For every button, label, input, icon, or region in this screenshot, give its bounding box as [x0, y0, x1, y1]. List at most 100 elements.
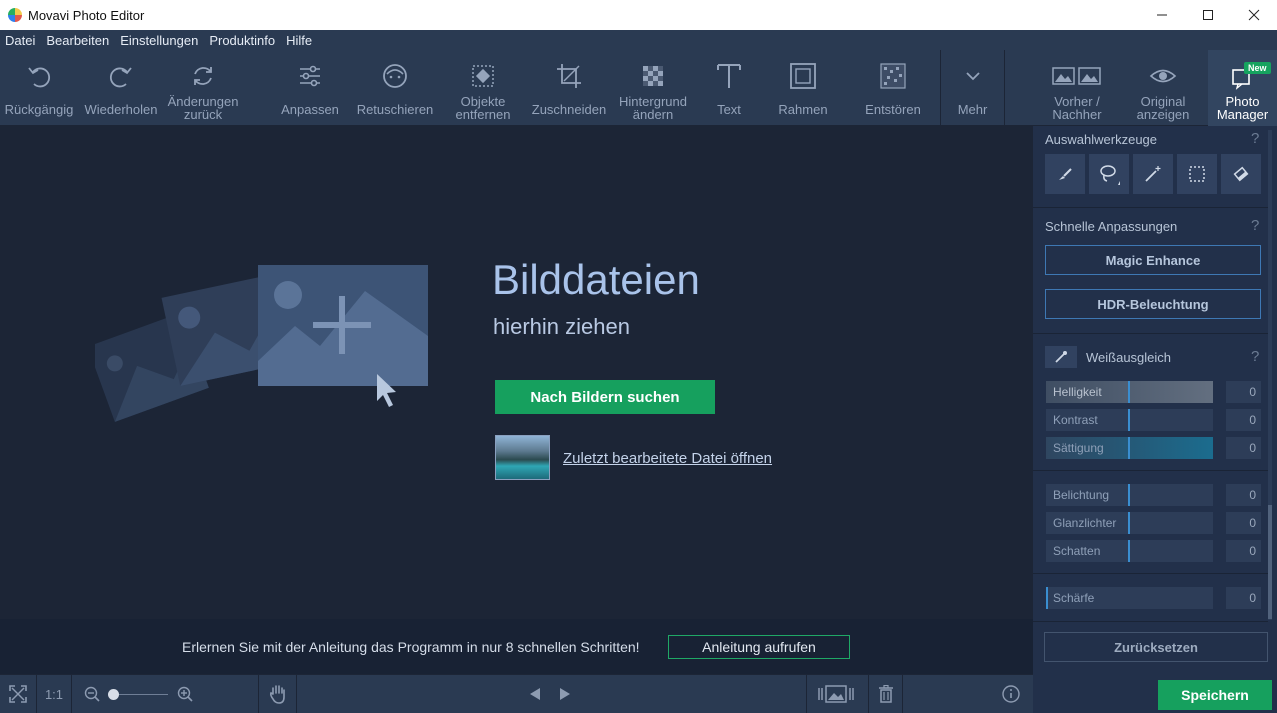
zoom-out-button[interactable] [82, 675, 102, 713]
menu-bar: Datei Bearbeiten Einstellungen Produktin… [0, 30, 1277, 50]
sharpness-slider[interactable]: Schärfe [1046, 587, 1213, 609]
exposure-value[interactable]: 0 [1226, 484, 1261, 506]
open-recent-file-link[interactable]: Zuletzt bearbeitete Datei öffnen [563, 450, 772, 467]
highlights-slider[interactable]: Glanzlichter [1046, 512, 1213, 534]
before-after-button[interactable]: Vorher / Nachher [1036, 50, 1118, 126]
retouch-button[interactable]: Retuschieren [352, 50, 438, 126]
maximize-button[interactable] [1185, 0, 1231, 30]
menu-bearbeiten[interactable]: Bearbeiten [41, 33, 115, 48]
main-toolbar: Rückgängig Wiederholen Änderungen zurück… [0, 50, 1277, 126]
zoom-in-button[interactable] [175, 675, 195, 713]
redo-icon [109, 67, 132, 88]
white-balance-help-icon[interactable]: ? [1251, 348, 1259, 365]
revert-label: Änderungen zurück [167, 94, 239, 122]
contrast-slider[interactable]: Kontrast [1046, 409, 1213, 431]
saturation-slider[interactable]: Sättigung [1046, 437, 1213, 459]
adjust-button[interactable]: Anpassen [270, 50, 350, 126]
exposure-slider[interactable]: Belichtung [1046, 484, 1213, 506]
maximize-icon [1203, 10, 1213, 20]
retouch-face-icon [383, 64, 407, 88]
magic-enhance-button[interactable]: Magic Enhance [1045, 245, 1261, 275]
next-image-button[interactable] [555, 675, 575, 713]
change-background-button[interactable]: Hintergrund ändern [612, 50, 694, 126]
change-background-label: Hintergrund ändern [619, 94, 687, 122]
window-title: Movavi Photo Editor [28, 7, 145, 23]
more-button[interactable]: Mehr [941, 50, 1004, 126]
saturation-value[interactable]: 0 [1226, 437, 1261, 459]
save-button[interactable]: Speichern [1158, 680, 1272, 710]
chevron-down-icon [965, 72, 980, 81]
fit-to-screen-button[interactable] [0, 675, 36, 713]
menu-datei[interactable]: Datei [0, 33, 41, 48]
quick-adjust-title: Schnelle Anpassungen [1045, 219, 1178, 234]
quick-adjust-help-icon[interactable]: ? [1251, 217, 1259, 234]
brightness-slider[interactable]: Helligkeit [1046, 381, 1213, 403]
open-tutorial-button[interactable]: Anleitung aufrufen [668, 635, 850, 659]
contrast-value[interactable]: 0 [1226, 409, 1261, 431]
menu-einstellungen[interactable]: Einstellungen [115, 33, 204, 48]
arrow-right-icon [560, 688, 570, 700]
bottom-bar: 1:1 [0, 675, 1033, 713]
photo-manager-button[interactable]: New Photo Manager [1208, 50, 1277, 126]
zoom-1to1-button[interactable]: 1:1 [37, 675, 71, 713]
hand-icon [269, 685, 285, 704]
brush-icon [1059, 168, 1072, 180]
denoise-button[interactable]: Entstören [852, 50, 934, 126]
shadows-slider[interactable]: Schatten [1046, 540, 1213, 562]
filmstrip-button[interactable] [812, 675, 860, 713]
redo-label: Wiederholen [84, 102, 158, 117]
show-original-button[interactable]: Original anzeigen [1122, 50, 1204, 126]
crop-button[interactable]: Zuschneiden [528, 50, 610, 126]
white-balance-picker-button[interactable] [1045, 346, 1077, 368]
brightness-value[interactable]: 0 [1226, 381, 1261, 403]
highlights-value[interactable]: 0 [1226, 512, 1261, 534]
eraser-icon [1233, 166, 1249, 182]
text-icon [717, 64, 741, 88]
text-button[interactable]: Text [700, 50, 758, 126]
bottom-divider [258, 675, 259, 713]
hdr-lighting-button[interactable]: HDR-Beleuchtung [1045, 289, 1261, 319]
sharpness-value[interactable]: 0 [1226, 587, 1261, 609]
saturation-label: Sättigung [1053, 441, 1104, 455]
recent-file-thumbnail[interactable] [495, 435, 550, 480]
minimize-button[interactable] [1139, 0, 1185, 30]
zoom-slider-handle[interactable] [108, 689, 119, 700]
retouch-label: Retuschieren [356, 102, 434, 117]
undo-button[interactable]: Rückgängig [0, 50, 78, 126]
text-label: Text [717, 102, 741, 117]
menu-produktinfo[interactable]: Produktinfo [204, 33, 281, 48]
remove-objects-button[interactable]: Objekte entfernen [440, 50, 526, 126]
eraser-tool[interactable] [1221, 154, 1261, 194]
drop-headline: Bilddateien [492, 256, 700, 303]
close-button[interactable] [1231, 0, 1277, 30]
revert-changes-button[interactable]: Änderungen zurück [162, 50, 244, 126]
highlights-label: Glanzlichter [1053, 516, 1117, 530]
panel-scrollbar-thumb[interactable] [1268, 505, 1272, 619]
shadows-value[interactable]: 0 [1226, 540, 1261, 562]
drop-zone[interactable]: Bilddateien hierhin ziehen Nach Bildern … [0, 126, 1033, 619]
menu-hilfe[interactable]: Hilfe [281, 33, 318, 48]
frames-button[interactable]: Rahmen [766, 50, 840, 126]
arrow-left-icon [530, 688, 540, 700]
denoise-label: Entstören [865, 102, 921, 117]
hand-tool-button[interactable] [260, 675, 296, 713]
delete-button[interactable] [870, 675, 902, 713]
info-button[interactable] [998, 675, 1024, 713]
undo-label: Rückgängig [4, 102, 74, 117]
zoom-slider-track[interactable] [112, 694, 168, 695]
magic-wand-tool[interactable] [1133, 154, 1173, 194]
selection-tools-help-icon[interactable]: ? [1251, 130, 1259, 147]
crop-label: Zuschneiden [531, 102, 607, 117]
lasso-select-tool[interactable] [1089, 154, 1129, 194]
reset-button[interactable]: Zurücksetzen [1044, 632, 1268, 662]
panel-divider [1033, 207, 1268, 208]
browse-images-button[interactable]: Nach Bildern suchen [495, 380, 715, 414]
bottom-divider [902, 675, 903, 713]
info-icon [1002, 685, 1020, 703]
trash-icon [879, 685, 893, 703]
remove-objects-icon [472, 65, 494, 87]
previous-image-button[interactable] [525, 675, 545, 713]
rectangle-select-tool[interactable] [1177, 154, 1217, 194]
brush-select-tool[interactable] [1045, 154, 1085, 194]
redo-button[interactable]: Wiederholen [80, 50, 162, 126]
